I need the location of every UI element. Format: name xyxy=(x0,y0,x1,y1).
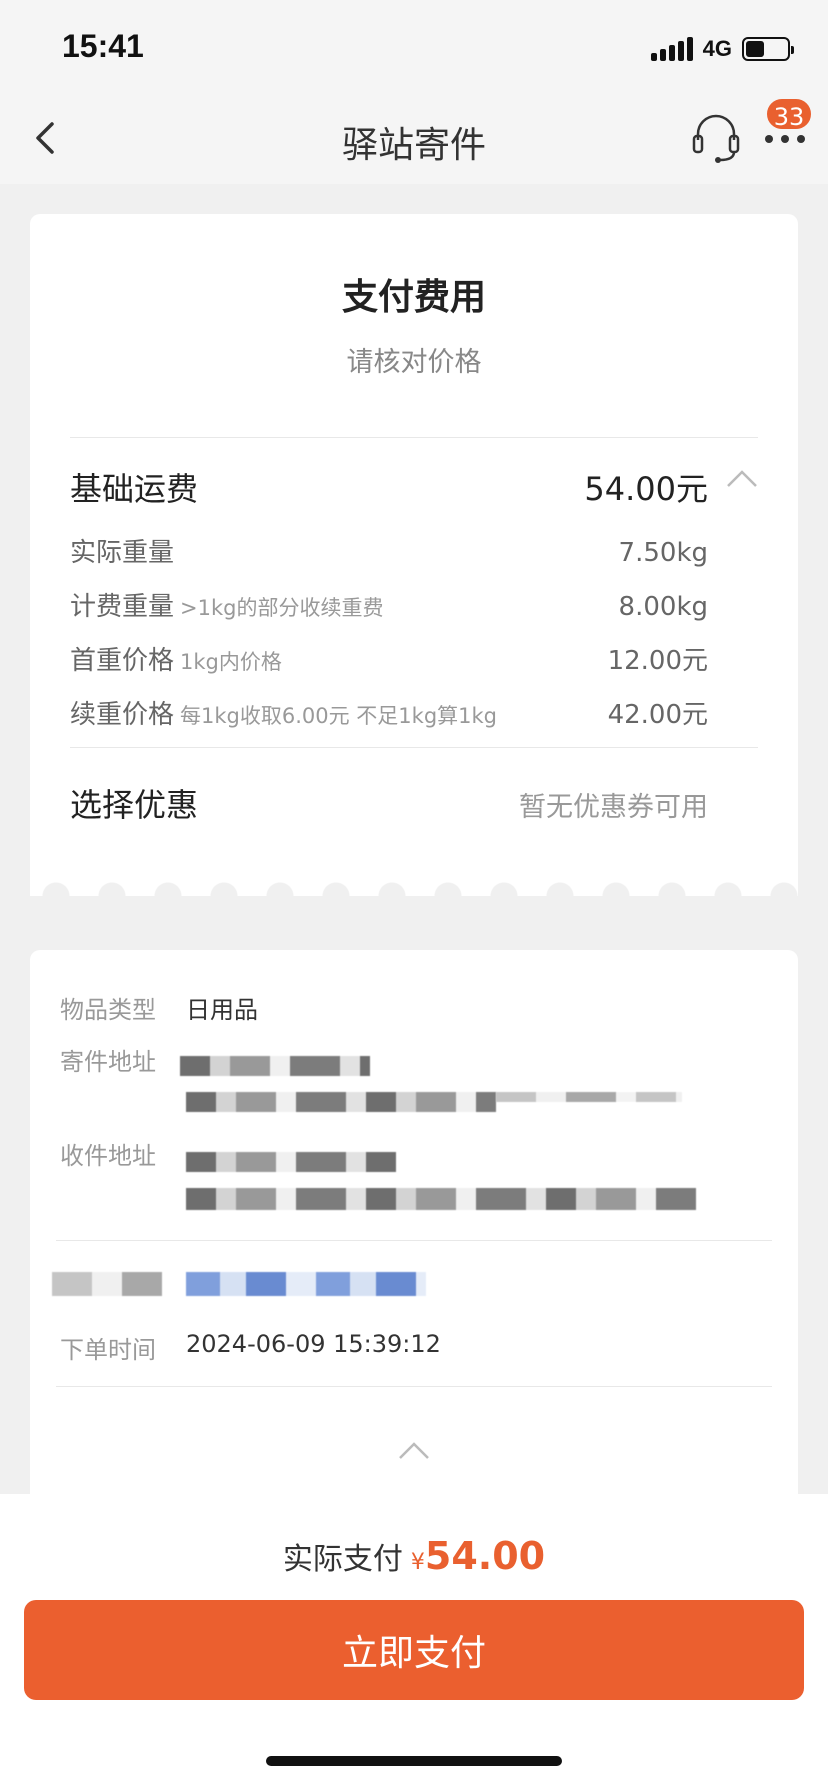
actual-payment: 实际支付 ¥54.00 xyxy=(0,1534,828,1578)
divider xyxy=(56,1240,772,1241)
fee-row-value: 8.00kg xyxy=(618,592,708,622)
fee-row-label: 首重价格 xyxy=(70,646,175,676)
payment-amount: 54.00 xyxy=(424,1534,546,1578)
notification-badge: 33 xyxy=(764,96,814,132)
status-indicators: 4G xyxy=(650,36,794,62)
ticket-edge xyxy=(30,872,798,896)
sender-address-redacted xyxy=(186,1092,496,1112)
customer-service-icon[interactable] xyxy=(690,110,742,166)
order-time-label: 下单时间 xyxy=(60,1336,156,1364)
base-fee-row[interactable]: 基础运费 54.00元 xyxy=(70,464,708,510)
fee-row-value: 42.00元 xyxy=(607,700,708,730)
fee-row-note: 1kg内价格 xyxy=(180,650,282,674)
battery-icon xyxy=(742,37,794,61)
fee-row-value: 12.00元 xyxy=(607,646,708,676)
fee-card: 支付费用 请核对价格 基础运费 54.00元 实际重量 7.50kg 计费重量 >… xyxy=(30,214,798,886)
item-type-label: 物品类型 xyxy=(60,996,156,1024)
status-time: 15:41 xyxy=(62,28,144,64)
fee-detail-row: 续重价格 每1kg收取6.00元 不足1kg算1kg 42.00元 xyxy=(70,694,708,731)
fee-detail-row: 首重价格 1kg内价格 12.00元 xyxy=(70,640,708,677)
fee-row-label: 计费重量 xyxy=(70,592,175,622)
redacted-label xyxy=(52,1272,162,1296)
chevron-up-icon[interactable] xyxy=(724,466,760,490)
fee-row-value: 7.50kg xyxy=(618,538,708,568)
network-type: 4G xyxy=(702,36,732,61)
redacted-value xyxy=(186,1272,426,1296)
status-bar: 15:41 4G xyxy=(0,0,828,96)
nav-bar: 驿站寄件 33 xyxy=(0,96,828,184)
pay-bar: 实际支付 ¥54.00 立即支付 xyxy=(0,1494,828,1792)
pay-now-button[interactable]: 立即支付 xyxy=(24,1600,804,1700)
coupon-label: 选择优惠 xyxy=(70,786,199,824)
base-fee-label: 基础运费 xyxy=(70,470,199,508)
fee-row-label: 实际重量 xyxy=(70,538,175,568)
fee-card-subtitle: 请核对价格 xyxy=(346,347,482,378)
receiver-name-redacted xyxy=(186,1152,396,1172)
divider xyxy=(70,437,758,438)
item-type-value: 日用品 xyxy=(186,996,258,1024)
currency-symbol: ¥ xyxy=(410,1550,425,1575)
sender-name-redacted xyxy=(180,1056,370,1076)
base-fee-value: 54.00元 xyxy=(584,470,708,508)
receiver-address-label: 收件地址 xyxy=(60,1142,156,1170)
coupon-value: 暂无优惠券可用 xyxy=(519,792,708,823)
divider xyxy=(56,1386,772,1387)
sender-address-label: 寄件地址 xyxy=(60,1048,156,1076)
fee-row-note: >1kg的部分收续重费 xyxy=(180,596,384,620)
divider xyxy=(70,747,758,748)
home-indicator xyxy=(266,1756,562,1766)
fee-detail-row: 计费重量 >1kg的部分收续重费 8.00kg xyxy=(70,586,708,623)
fee-row-label: 续重价格 xyxy=(70,700,175,730)
receiver-address-redacted xyxy=(186,1188,696,1210)
order-info-card: 物品类型 日用品 寄件地址 收件地址 下单时间 2024-06-09 15:39… xyxy=(30,950,798,1510)
fee-detail-row: 实际重量 7.50kg xyxy=(70,532,708,569)
signal-icon xyxy=(650,37,693,61)
fee-row-note: 每1kg收取6.00元 不足1kg算1kg xyxy=(180,704,498,728)
actual-payment-label: 实际支付 xyxy=(282,1542,403,1577)
collapse-chevron-icon[interactable] xyxy=(396,1438,432,1462)
coupon-row[interactable]: 选择优惠 暂无优惠券可用 xyxy=(70,780,708,826)
order-time-value: 2024-06-09 15:39:12 xyxy=(186,1330,441,1358)
sender-address-redacted xyxy=(496,1092,682,1102)
fee-card-title: 支付费用 xyxy=(341,277,486,318)
battery-fill xyxy=(746,41,764,57)
